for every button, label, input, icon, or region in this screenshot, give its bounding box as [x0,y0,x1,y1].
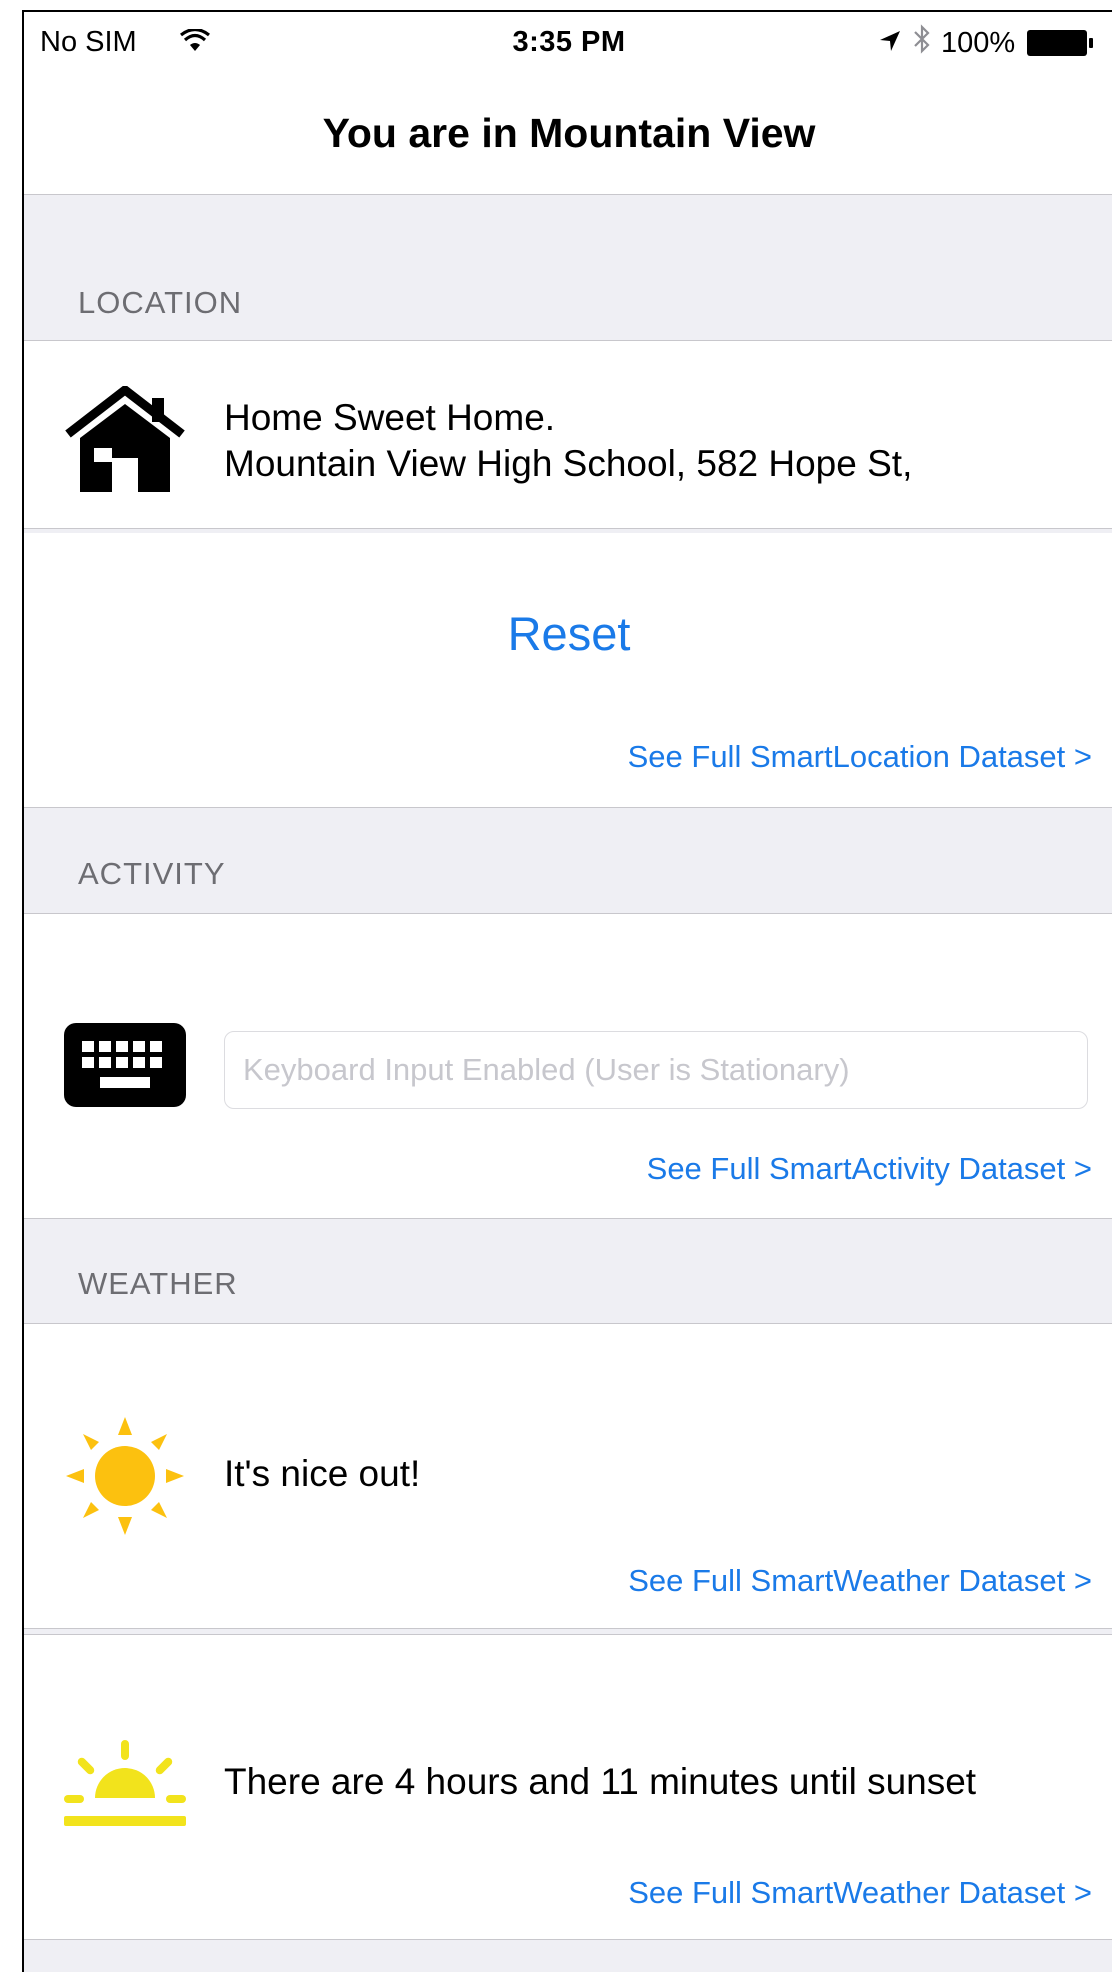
weather-cell: It's nice out! See Full SmartWeather Dat… [24,1323,1112,1629]
activity-cell: See Full SmartActivity Dataset > [24,913,1112,1219]
sunset-message: There are 4 hours and 11 minutes until s… [224,1761,977,1802]
location-arrow-icon [879,27,901,60]
smartactivity-dataset-link[interactable]: See Full SmartActivity Dataset > [647,1151,1092,1187]
status-right-group: 100% [879,24,1094,62]
sunset-icon [64,1740,186,1830]
battery-icon [1027,30,1094,56]
location-name: Home Sweet Home. [224,397,556,438]
status-bar: No SIM 3:35 PM 100% [24,12,1112,70]
weather-message: It's nice out! [224,1453,421,1494]
battery-percent: 100% [941,26,1016,59]
home-icon [64,384,185,496]
section-header-weather: WEATHER [24,1218,1112,1323]
screen: No SIM 3:35 PM 100% You are in Mountain … [0,0,1112,1972]
location-cell[interactable]: Home Sweet Home. Mountain View High Scho… [24,340,1112,529]
navigation-bar: You are in Mountain View [24,70,1112,195]
phone-screen: No SIM 3:35 PM 100% You are in Mountain … [22,10,1112,1972]
sun-icon [64,1415,184,1537]
location-address: Mountain View High School, 582 Hope St, [224,443,913,484]
page-title: You are in Mountain View [322,110,816,156]
activity-input[interactable] [224,1031,1088,1109]
smartweather-dataset-link[interactable]: See Full SmartWeather Dataset > [628,1563,1092,1599]
smartweather-dataset-link-2[interactable]: See Full SmartWeather Dataset > [628,1875,1092,1911]
reset-button[interactable]: Reset [24,606,1112,661]
section-header-label: ACTIVITY [78,856,226,891]
sunset-cell: There are 4 hours and 11 minutes until s… [24,1634,1112,1940]
keyboard-icon [64,1023,186,1107]
activity-input-field[interactable] [225,1032,1087,1108]
section-header-label: WEATHER [78,1266,238,1301]
location-actions-cell: Reset See Full SmartLocation Dataset > [24,533,1112,808]
bluetooth-icon [913,24,931,62]
smartlocation-dataset-link[interactable]: See Full SmartLocation Dataset > [628,739,1092,775]
section-header-location: LOCATION [24,195,1112,340]
section-header-activity: ACTIVITY [24,808,1112,913]
section-header-label: LOCATION [78,285,243,320]
